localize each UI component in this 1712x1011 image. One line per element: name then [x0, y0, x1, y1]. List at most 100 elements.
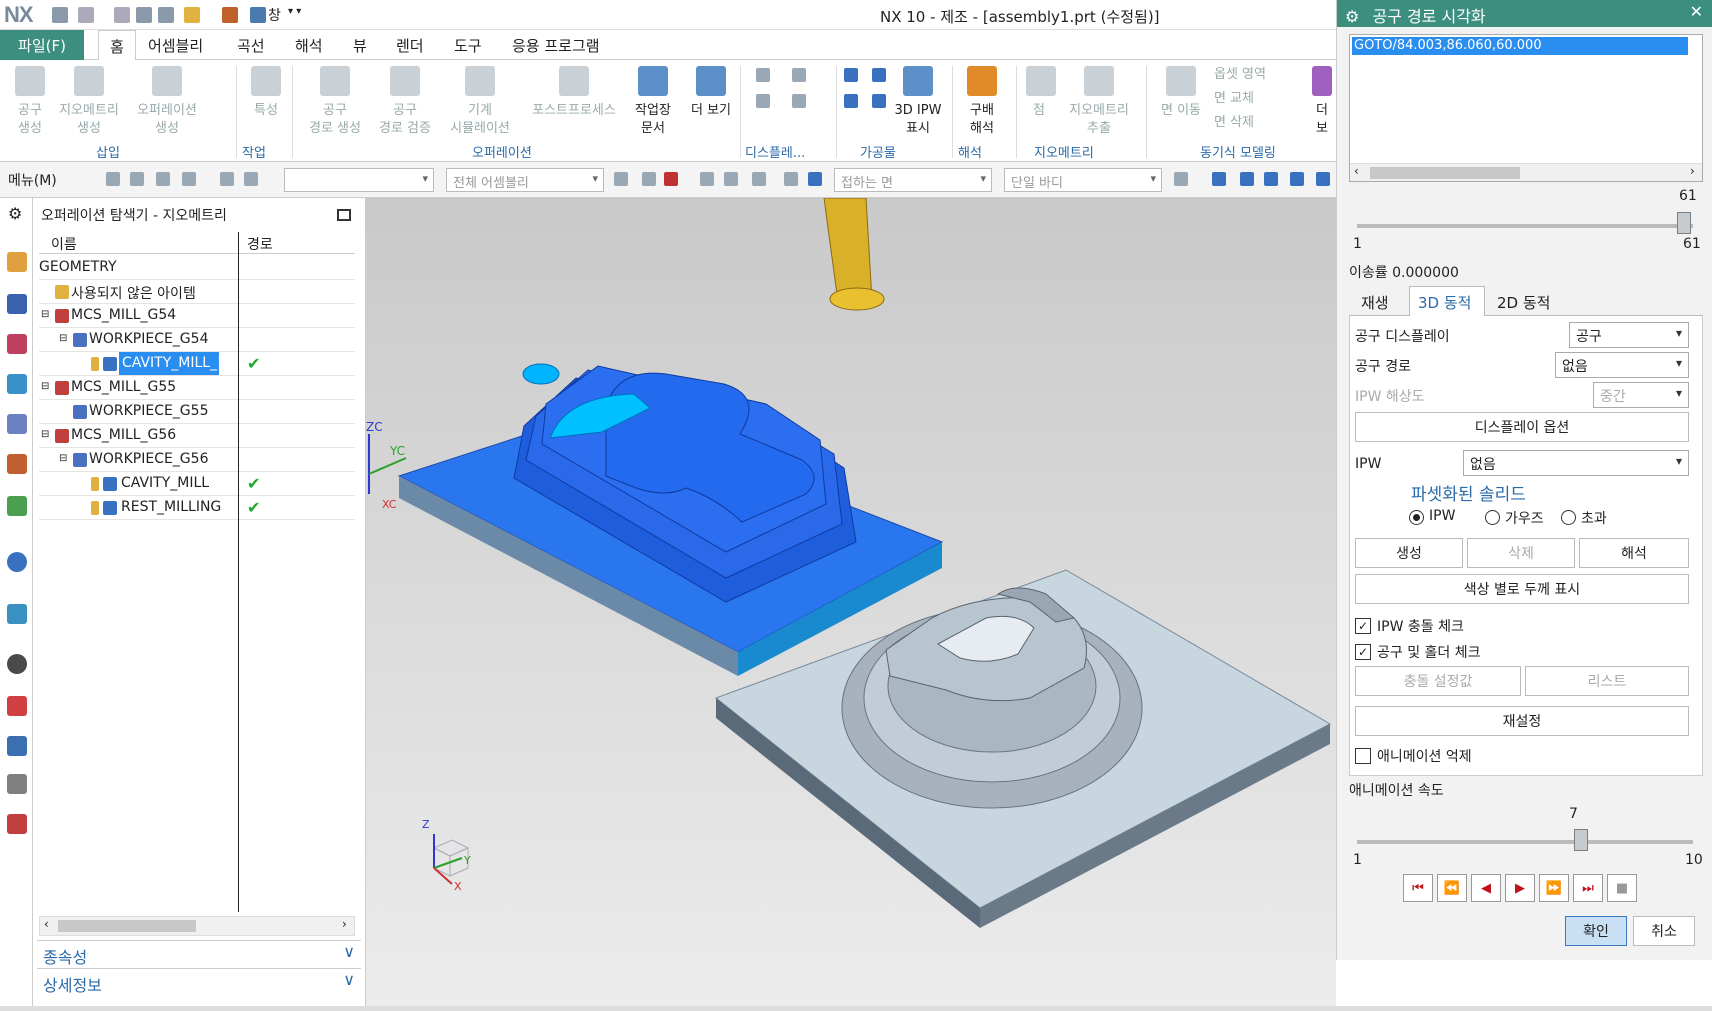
body-rule-combo[interactable]: 단일 바디: [1004, 168, 1162, 192]
filter-icon[interactable]: [130, 172, 144, 186]
tool-display-select[interactable]: 공구: [1569, 322, 1689, 348]
workpiece-small-icon[interactable]: [844, 68, 858, 82]
3d-ipw-display-button[interactable]: 3D IPW 표시: [890, 66, 946, 138]
window-menu-chevron-icon[interactable]: ▾ ▾: [288, 6, 301, 17]
scroll-left-icon[interactable]: ‹: [44, 917, 49, 931]
speed-slider-track[interactable]: [1357, 840, 1693, 844]
column-name-header[interactable]: 이름: [51, 234, 77, 254]
filter-icon[interactable]: [220, 172, 234, 186]
scroll-right-icon[interactable]: ›: [342, 917, 347, 931]
menu-button[interactable]: 메뉴(M): [8, 170, 57, 190]
generate-toolpath-button[interactable]: 공구 경로 생성: [302, 66, 368, 138]
collapse-icon[interactable]: ⊟: [41, 381, 49, 392]
snap-icon[interactable]: [614, 172, 628, 186]
tab-curve[interactable]: 곡선: [237, 35, 265, 56]
display-small-icon[interactable]: [792, 68, 806, 82]
ipw-resolution-select[interactable]: 중간: [1593, 382, 1689, 408]
render-style-icon[interactable]: [1290, 172, 1304, 186]
reset-button[interactable]: 재설정: [1355, 706, 1689, 736]
collapse-icon[interactable]: ⊟: [59, 453, 67, 464]
tree-row-mcs-g54[interactable]: ⊟ MCS_MILL_G54: [39, 304, 355, 328]
body-icon[interactable]: [808, 172, 822, 186]
face-icon[interactable]: [784, 172, 798, 186]
tab-tools[interactable]: 도구: [454, 35, 482, 56]
analyze-button[interactable]: 해석: [1579, 538, 1689, 568]
tab-view[interactable]: 뷰: [353, 35, 367, 56]
clock-icon[interactable]: [7, 654, 27, 674]
scroll-thumb[interactable]: [1370, 167, 1520, 179]
workpiece-small-icon[interactable]: [844, 94, 858, 108]
collapse-icon[interactable]: ⊟: [41, 429, 49, 440]
rotate-icon[interactable]: [1264, 172, 1278, 186]
process-studio-icon[interactable]: [7, 736, 27, 756]
delete-button[interactable]: 삭제: [1467, 538, 1575, 568]
delete-face-button[interactable]: 면 삭제: [1214, 114, 1304, 132]
graphics-viewport[interactable]: ZC YC XC Z Y X: [366, 198, 1336, 1011]
gear-icon[interactable]: ⚙: [8, 204, 22, 223]
paste-icon[interactable]: [158, 7, 174, 23]
operation-navigator-icon[interactable]: [7, 374, 27, 394]
radio-ipw[interactable]: [1409, 510, 1424, 525]
more-button[interactable]: 더 보기: [686, 66, 736, 120]
gear-icon[interactable]: ⚙: [1345, 7, 1359, 26]
point-button[interactable]: 점: [1026, 66, 1056, 120]
tool-path-select[interactable]: 없음: [1555, 352, 1689, 378]
tree-row-workpiece-g56[interactable]: ⊟ WORKPIECE_G56: [39, 448, 355, 472]
roles-icon[interactable]: [7, 814, 27, 834]
snap-icon[interactable]: [664, 172, 678, 186]
tab-assembly[interactable]: 어셈블리: [148, 35, 203, 56]
workpiece-small-icon[interactable]: [872, 94, 886, 108]
robot-icon[interactable]: [7, 774, 27, 794]
tab-render[interactable]: 렌더: [396, 35, 424, 56]
postprocess-button[interactable]: 포스트프로세스: [524, 66, 624, 120]
snap-icon[interactable]: [642, 172, 656, 186]
workpiece-small-icon[interactable]: [872, 68, 886, 82]
cancel-button[interactable]: 취소: [1633, 916, 1695, 946]
ok-button[interactable]: 확인: [1565, 916, 1627, 946]
list-button[interactable]: 리스트: [1525, 666, 1689, 696]
arrow-icon[interactable]: [1174, 172, 1188, 186]
tab-home[interactable]: 홈: [98, 30, 136, 61]
collapse-icon[interactable]: ⊟: [59, 333, 67, 344]
thickness-by-color-button[interactable]: 색상 별로 두께 표시: [1355, 574, 1689, 604]
display-small-icon[interactable]: [792, 94, 806, 108]
properties-button[interactable]: 특성: [248, 66, 284, 120]
toolpath-slider-thumb[interactable]: [1677, 212, 1691, 234]
list-h-scrollbar[interactable]: ‹ ›: [1350, 163, 1702, 181]
constraint-navigator-icon[interactable]: [7, 334, 27, 354]
view-icon[interactable]: [1316, 172, 1330, 186]
display-options-button[interactable]: 디스플레이 옵션: [1355, 412, 1689, 442]
create-tool-button[interactable]: 공구 생성: [8, 66, 52, 138]
touch-mode-icon[interactable]: [184, 7, 200, 23]
filter-icon[interactable]: [244, 172, 258, 186]
tree-row-rest-milling[interactable]: REST_MILLING ✔: [39, 496, 355, 520]
play-reverse-icon[interactable]: ◀: [1471, 874, 1501, 902]
tab-applications[interactable]: 응용 프로그램: [512, 35, 600, 56]
undo-icon[interactable]: [78, 7, 94, 23]
details-panel[interactable]: 상세정보 ∨: [37, 968, 361, 995]
step-back-icon[interactable]: ⏪: [1437, 874, 1467, 902]
offset-region-button[interactable]: 옵셋 영역: [1214, 66, 1304, 84]
history-icon[interactable]: [7, 604, 27, 624]
palette-icon[interactable]: [7, 696, 27, 716]
window-menu[interactable]: 창: [268, 5, 281, 25]
verify-toolpath-button[interactable]: 공구 경로 검증: [370, 66, 440, 138]
zoom-icon[interactable]: [1240, 172, 1254, 186]
tab-replay[interactable]: 재생: [1361, 292, 1389, 313]
tab-2d-dynamic[interactable]: 2D 동적: [1497, 292, 1550, 313]
filter-icon[interactable]: [106, 172, 120, 186]
part-navigator-icon[interactable]: [7, 252, 27, 272]
face-rule-combo[interactable]: 접하는 면: [834, 168, 992, 192]
shop-docs-button[interactable]: 작업장 문서: [628, 66, 678, 138]
more-sync-button[interactable]: 더 보: [1308, 66, 1336, 138]
create-operation-button[interactable]: 오퍼레이션 생성: [130, 66, 204, 138]
close-icon[interactable]: ✕: [1690, 2, 1703, 21]
fit-icon[interactable]: [1212, 172, 1226, 186]
toolpath-slider-track[interactable]: [1357, 224, 1693, 228]
snap-icon[interactable]: [700, 172, 714, 186]
create-geometry-button[interactable]: 지오메트리 생성: [54, 66, 124, 138]
radio-gouge[interactable]: [1485, 510, 1500, 525]
reuse-library-icon[interactable]: [7, 496, 27, 516]
scroll-thumb[interactable]: [58, 920, 196, 932]
collapse-icon[interactable]: ⊟: [41, 309, 49, 320]
